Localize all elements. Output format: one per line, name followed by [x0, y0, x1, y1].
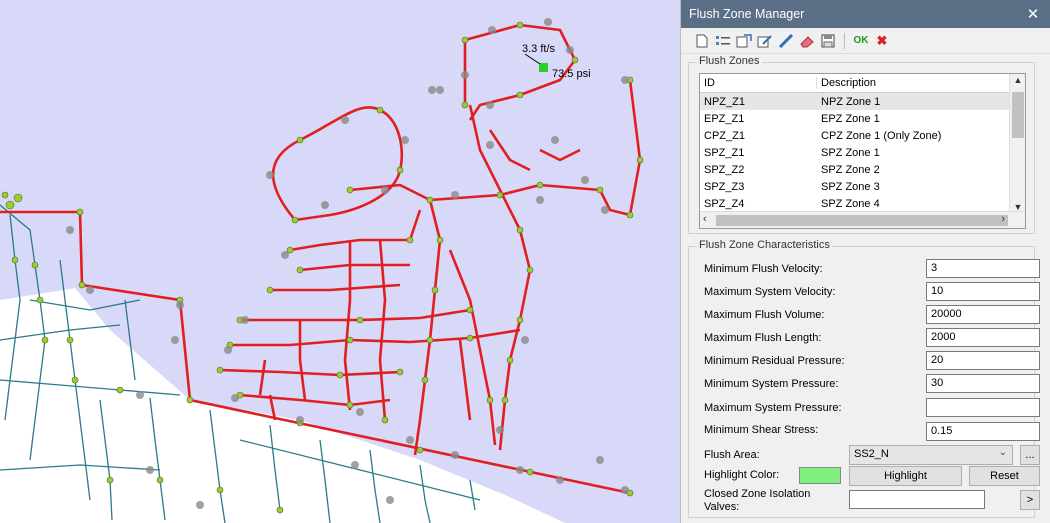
toolbar: OK ✖ — [681, 28, 1050, 54]
table-header: ID Description — [700, 74, 1025, 93]
characteristics-title: Flush Zone Characteristics — [697, 239, 832, 251]
column-header-description[interactable]: Description — [817, 77, 1025, 89]
zone-id: SPZ_Z4 — [704, 197, 745, 210]
zone-id: NPZ_Z1 — [704, 95, 745, 108]
max-flush-volume-input[interactable]: 20000 — [926, 305, 1040, 324]
flush-zone-manager-panel: Flush Zone Manager ✕ OK ✖ Flush Zones ID… — [680, 0, 1050, 523]
test-point-marker — [539, 63, 548, 72]
min-residual-pressure-input[interactable]: 20 — [926, 351, 1040, 370]
table-row[interactable]: SPZ_Z4 SPZ Zone 4 — [700, 195, 1025, 212]
max-system-velocity-label: Maximum System Velocity: — [704, 286, 836, 298]
closed-valves-label: Closed Zone Isolation Valves: — [704, 488, 811, 513]
table-row[interactable]: EPZ_Z1 EPZ Zone 1 — [700, 110, 1025, 127]
table-row[interactable]: SPZ_Z3 SPZ Zone 3 — [700, 178, 1025, 195]
scroll-thumb[interactable] — [716, 215, 1008, 226]
go-button[interactable]: > — [1020, 490, 1040, 510]
toolbar-separator — [844, 32, 845, 49]
min-residual-pressure-label: Minimum Residual Pressure: — [704, 355, 845, 367]
zone-id: SPZ_Z3 — [704, 180, 745, 193]
vertical-scrollbar[interactable]: ▲ ▼ — [1009, 74, 1025, 213]
zone-description: SPZ Zone 3 — [821, 180, 880, 193]
table-row[interactable]: CPZ_Z1 CPZ Zone 1 (Only Zone) — [700, 127, 1025, 144]
ok-button[interactable]: OK — [852, 32, 870, 50]
draw-icon[interactable] — [777, 32, 795, 50]
flush-area-dropdown[interactable]: SS2_N ⌄ — [849, 445, 1013, 465]
max-system-pressure-input[interactable] — [926, 398, 1040, 417]
flush-zone-characteristics-group: Flush Zone Characteristics Minimum Flush… — [688, 239, 1040, 518]
table-row[interactable]: SPZ_Z1 SPZ Zone 1 — [700, 144, 1025, 161]
column-header-id[interactable]: ID — [700, 77, 817, 89]
velocity-label: 3.3 ft/s — [522, 43, 556, 55]
export-icon[interactable] — [735, 32, 753, 50]
scroll-left-icon[interactable]: ‹ — [703, 213, 707, 225]
reset-button[interactable]: Reset — [969, 466, 1040, 486]
save-icon[interactable] — [819, 32, 837, 50]
table-row[interactable]: NPZ_Z1 NPZ Zone 1 — [700, 93, 1025, 110]
erase-icon[interactable] — [798, 32, 816, 50]
zone-id: SPZ_Z1 — [704, 146, 745, 159]
scroll-thumb[interactable] — [1012, 92, 1024, 138]
zone-id: CPZ_Z1 — [704, 129, 745, 142]
browse-button[interactable]: ... — [1020, 445, 1040, 465]
min-flush-velocity-label: Minimum Flush Velocity: — [704, 263, 823, 275]
highlight-color-swatch[interactable] — [799, 467, 841, 484]
pressure-label: 73.5 psi — [552, 68, 591, 80]
zone-id: EPZ_Z1 — [704, 112, 745, 125]
flush-area-value: SS2_N — [854, 448, 889, 460]
min-shear-stress-label: Minimum Shear Stress: — [704, 424, 819, 436]
flush-area-label: Flush Area: — [704, 449, 760, 461]
edit-icon[interactable] — [756, 32, 774, 50]
cancel-icon[interactable]: ✖ — [873, 32, 891, 50]
max-system-velocity-input[interactable]: 10 — [926, 282, 1040, 301]
new-icon[interactable] — [693, 32, 711, 50]
scroll-up-icon[interactable]: ▲ — [1010, 75, 1025, 85]
zone-description: SPZ Zone 1 — [821, 146, 880, 159]
properties-icon[interactable] — [714, 32, 732, 50]
network-map[interactable]: 3.3 ft/s 73.5 psi — [0, 0, 680, 523]
zone-id: SPZ_Z2 — [704, 163, 745, 176]
zone-description: NPZ Zone 1 — [821, 95, 881, 108]
min-system-pressure-label: Minimum System Pressure: — [704, 378, 839, 390]
flush-zones-title: Flush Zones — [697, 55, 762, 67]
min-system-pressure-input[interactable]: 30 — [926, 374, 1040, 393]
max-system-pressure-label: Maximum System Pressure: — [704, 402, 842, 414]
table-row[interactable]: SPZ_Z2 SPZ Zone 2 — [700, 161, 1025, 178]
highlight-color-label: Highlight Color: — [704, 469, 780, 481]
zone-description: SPZ Zone 2 — [821, 163, 880, 176]
min-shear-stress-input[interactable]: 0.15 — [926, 422, 1040, 441]
closed-valves-input[interactable] — [849, 490, 985, 509]
highlight-button[interactable]: Highlight — [849, 466, 962, 486]
zone-description: SPZ Zone 4 — [821, 197, 880, 210]
max-flush-length-input[interactable]: 2000 — [926, 328, 1040, 347]
scroll-right-icon[interactable]: › — [1001, 213, 1005, 225]
zone-description: EPZ Zone 1 — [821, 112, 880, 125]
panel-title: Flush Zone Manager — [689, 7, 805, 21]
zones-table[interactable]: ID Description NPZ_Z1 NPZ Zone 1 EPZ_Z1 … — [699, 73, 1026, 229]
chevron-down-icon: ⌄ — [998, 447, 1007, 458]
min-flush-velocity-input[interactable]: 3 — [926, 259, 1040, 278]
max-flush-volume-label: Maximum Flush Volume: — [704, 309, 825, 321]
title-bar: Flush Zone Manager ✕ — [681, 0, 1050, 28]
close-icon[interactable]: ✕ — [1024, 5, 1042, 23]
flush-zones-group: Flush Zones ID Description NPZ_Z1 NPZ Zo… — [688, 55, 1035, 234]
horizontal-scrollbar[interactable]: ‹ › — [700, 211, 1025, 228]
zone-description: CPZ Zone 1 (Only Zone) — [821, 129, 942, 142]
max-flush-length-label: Maximum Flush Length: — [704, 332, 822, 344]
